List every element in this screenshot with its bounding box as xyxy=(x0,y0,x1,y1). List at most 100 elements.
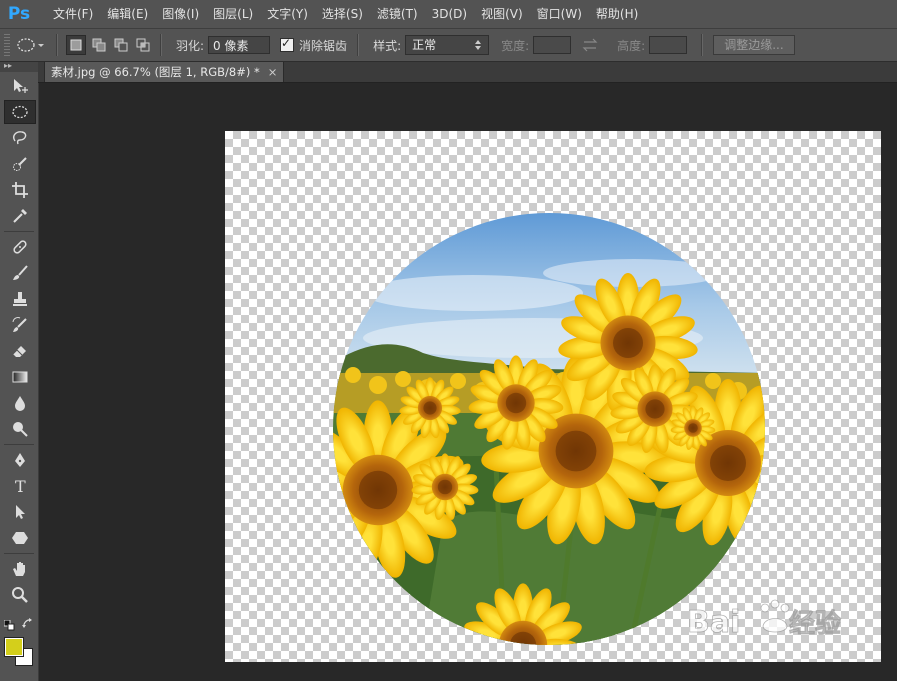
feather-label: 羽化: xyxy=(176,38,205,53)
move-tool[interactable] xyxy=(4,74,36,98)
document-tab-bar: 素材.jpg @ 66.7% (图层 1, RGB/8#) * × xyxy=(38,62,897,83)
menu-bar: Ps 文件(F) 编辑(E) 图像(I) 图层(L) 文字(Y) 选择(S) 滤… xyxy=(0,0,897,28)
quick-selection-icon xyxy=(13,157,27,171)
add-selection-icon xyxy=(92,38,106,52)
pen-tool[interactable] xyxy=(4,448,36,472)
history-brush-icon xyxy=(12,317,27,332)
menu-view[interactable]: 视图(V) xyxy=(474,0,530,28)
dodge-icon xyxy=(13,422,28,437)
new-selection-button[interactable] xyxy=(66,35,86,55)
separator xyxy=(357,34,360,56)
lasso-icon xyxy=(13,131,27,145)
hand-icon xyxy=(13,562,25,576)
eyedropper-icon xyxy=(13,209,27,223)
default-colors-icon[interactable] xyxy=(4,620,16,632)
menu-image[interactable]: 图像(I) xyxy=(155,0,206,28)
up-down-arrows-icon xyxy=(475,40,482,50)
dodge-tool[interactable] xyxy=(4,417,36,441)
menu-file[interactable]: 文件(F) xyxy=(46,0,100,28)
close-icon[interactable]: × xyxy=(268,65,278,79)
type-icon: T xyxy=(15,477,26,495)
menu-layer[interactable]: 图层(L) xyxy=(206,0,260,28)
zoom-tool[interactable] xyxy=(4,583,36,607)
antialias-label: 消除锯齿 xyxy=(299,38,348,53)
ellipse-selection-icon xyxy=(12,105,28,119)
height-label: 高度: xyxy=(617,38,646,53)
brush-icon xyxy=(13,265,28,280)
magnifier-icon xyxy=(12,587,28,603)
spot-healing-brush-tool[interactable] xyxy=(4,235,36,259)
options-bar: 羽化: 0 像素 消除锯齿 样式: 正常 宽度: 高度: 调整边缘... xyxy=(0,28,897,62)
menu-3d[interactable]: 3D(D) xyxy=(425,0,474,28)
tool-preset-picker[interactable] xyxy=(16,37,46,53)
new-selection-icon xyxy=(70,39,82,51)
ellipse-marquee-icon xyxy=(17,38,35,52)
menu-help[interactable]: 帮助(H) xyxy=(589,0,645,28)
separator xyxy=(4,231,34,232)
chevron-down-icon xyxy=(38,44,44,47)
subtract-selection-icon xyxy=(114,38,128,52)
pen-icon xyxy=(15,453,25,467)
shape-tool[interactable] xyxy=(4,526,36,550)
history-brush-tool[interactable] xyxy=(4,313,36,337)
feather-input[interactable]: 0 像素 xyxy=(208,36,271,54)
antialias-checkbox[interactable] xyxy=(280,36,295,52)
style-select-value: 正常 xyxy=(412,38,437,52)
width-label: 宽度: xyxy=(501,38,530,53)
tools-panel: ▸▸ T xyxy=(0,62,39,681)
hexagon-icon xyxy=(12,532,28,544)
crop-tool[interactable] xyxy=(4,178,36,202)
menu-select[interactable]: 选择(S) xyxy=(315,0,370,28)
width-input[interactable] xyxy=(533,36,572,54)
svg-text:经验: 经验 xyxy=(789,608,841,639)
document-canvas[interactable] xyxy=(225,131,881,662)
blur-tool[interactable] xyxy=(4,391,36,415)
lasso-tool[interactable] xyxy=(4,126,36,150)
intersect-selection-button[interactable] xyxy=(134,36,152,54)
document-tab[interactable]: 素材.jpg @ 66.7% (图层 1, RGB/8#) * × xyxy=(44,62,285,82)
stamp-icon xyxy=(13,292,27,306)
intersect-selection-icon xyxy=(136,38,150,52)
move-icon xyxy=(14,79,28,93)
eraser-tool[interactable] xyxy=(4,339,36,363)
menu-type[interactable]: 文字(Y) xyxy=(260,0,315,28)
circular-sunflower-image xyxy=(333,213,765,645)
options-grip[interactable] xyxy=(4,34,10,56)
panel-collapse-handle[interactable]: ▸▸ xyxy=(0,62,38,72)
type-tool[interactable]: T xyxy=(4,474,36,498)
hand-tool[interactable] xyxy=(4,557,36,581)
height-input[interactable] xyxy=(649,36,688,54)
photoshop-logo: Ps xyxy=(7,4,31,24)
separator xyxy=(4,553,34,554)
separator xyxy=(160,34,162,56)
style-label: 样式: xyxy=(373,38,402,53)
svg-text:Bai: Bai xyxy=(687,605,740,640)
brush-tool[interactable] xyxy=(4,261,36,285)
add-to-selection-button[interactable] xyxy=(90,36,108,54)
path-selection-tool[interactable] xyxy=(4,500,36,524)
eyedropper-tool[interactable] xyxy=(4,204,36,228)
elliptical-marquee-tool[interactable] xyxy=(4,100,36,124)
gradient-icon xyxy=(12,371,28,383)
style-select[interactable]: 正常 xyxy=(405,35,490,55)
quick-selection-tool[interactable] xyxy=(4,152,36,176)
bandage-icon xyxy=(13,240,27,254)
clone-stamp-tool[interactable] xyxy=(4,287,36,311)
separator xyxy=(701,34,704,56)
swap-arrows-icon[interactable] xyxy=(575,38,605,52)
crop-icon xyxy=(12,182,28,198)
foreground-color-swatch[interactable] xyxy=(4,637,24,657)
refine-edge-button[interactable]: 调整边缘... xyxy=(713,35,795,55)
menu-edit[interactable]: 编辑(E) xyxy=(100,0,155,28)
arrow-pointer-icon xyxy=(16,505,25,519)
droplet-icon xyxy=(15,396,25,411)
eraser-icon xyxy=(12,346,26,357)
gradient-tool[interactable] xyxy=(4,365,36,389)
subtract-from-selection-button[interactable] xyxy=(112,36,130,54)
document-tab-title: 素材.jpg @ 66.7% (图层 1, RGB/8#) * xyxy=(51,65,260,79)
baidu-jingyan-watermark: Bai 经验 xyxy=(687,599,841,640)
swap-colors-icon[interactable] xyxy=(22,618,34,630)
menu-filter[interactable]: 滤镜(T) xyxy=(370,0,425,28)
menu-window[interactable]: 窗口(W) xyxy=(530,0,589,28)
separator xyxy=(4,444,34,445)
